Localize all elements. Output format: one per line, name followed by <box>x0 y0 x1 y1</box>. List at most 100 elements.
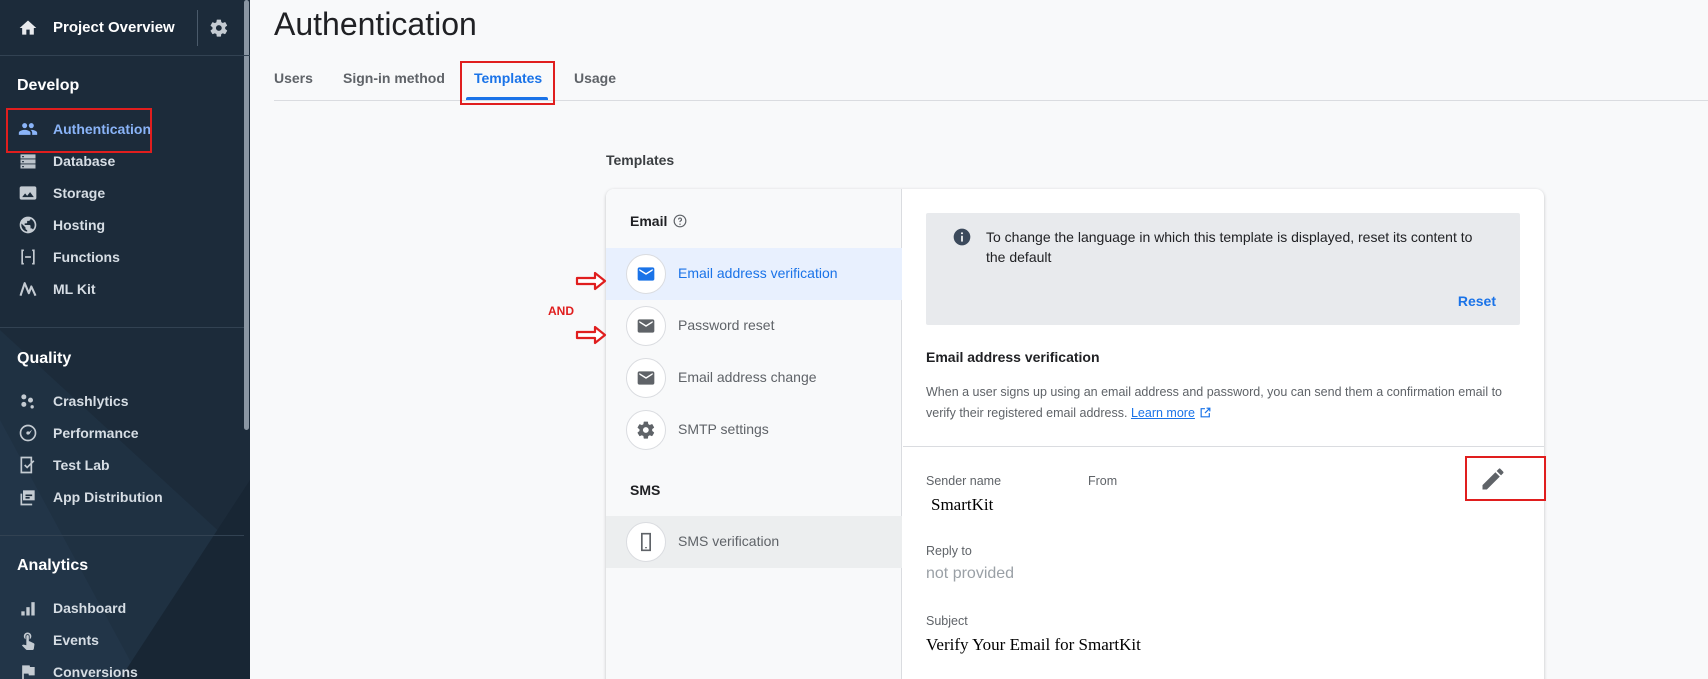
template-label: Email address change <box>678 369 817 385</box>
template-icon-circle <box>626 358 666 398</box>
reset-button[interactable]: Reset <box>1458 293 1496 309</box>
info-text: To change the language in which this tem… <box>986 229 1473 265</box>
template-icon-circle <box>626 306 666 346</box>
detail-divider <box>903 446 1544 447</box>
tab-sign-in-method[interactable]: Sign-in method <box>343 70 445 86</box>
sidebar-item-label: App Distribution <box>53 489 163 505</box>
sidebar-item-app-distribution[interactable]: App Distribution <box>0 481 244 513</box>
learn-more-link[interactable]: Learn more <box>1131 406 1195 420</box>
bar-chart-icon <box>21 602 35 616</box>
arrow-right-icon <box>575 271 607 291</box>
template-icon-circle <box>626 254 666 294</box>
description-text: When a user signs up using an email addr… <box>926 385 1503 420</box>
template-sms-verification[interactable]: SMS verification <box>606 516 902 568</box>
sidebar-item-label: Database <box>53 153 116 169</box>
tab-usage[interactable]: Usage <box>574 70 616 86</box>
template-label: Password reset <box>678 317 775 333</box>
speedometer-icon <box>19 424 37 442</box>
sender-name-value: SmartKit <box>931 495 994 514</box>
functions-icon <box>21 249 35 265</box>
templates-tab-highlight-box <box>460 61 555 105</box>
checklist-icon <box>20 456 35 474</box>
sidebar-item-label: Conversions <box>53 664 138 679</box>
email-group-label: Email <box>630 213 668 229</box>
home-icon[interactable] <box>18 18 38 38</box>
template-list: Email Email address verification Passwor… <box>606 189 902 679</box>
sidebar-item-label: ML Kit <box>53 281 96 297</box>
template-email-address-change[interactable]: Email address change <box>606 352 902 404</box>
template-detail: To change the language in which this tem… <box>903 189 1544 679</box>
sidebar-header: Project Overview <box>0 0 250 56</box>
sidebar-item-dashboard[interactable]: Dashboard <box>0 592 244 624</box>
sidebar-item-functions[interactable]: Functions <box>0 241 244 273</box>
sidebar-item-label: Dashboard <box>53 600 127 616</box>
ml-kit-icon <box>19 282 37 297</box>
settings-gear-icon[interactable] <box>209 18 229 38</box>
sidebar-item-performance[interactable]: Performance <box>0 417 244 449</box>
template-description: When a user signs up using an email addr… <box>926 382 1516 424</box>
sidebar-item-label: Test Lab <box>53 457 110 473</box>
image-icon <box>19 186 37 200</box>
template-icon-circle <box>626 522 666 562</box>
template-label: SMS verification <box>678 533 780 549</box>
template-heading: Email address verification <box>926 349 1100 365</box>
section-develop: Develop <box>17 77 80 94</box>
external-link-icon[interactable] <box>1199 406 1212 419</box>
sidebar-item-test-lab[interactable]: Test Lab <box>0 449 244 481</box>
gear-icon <box>637 421 655 439</box>
subject-label: Subject <box>926 614 968 628</box>
project-overview-link[interactable]: Project Overview <box>53 19 175 36</box>
sidebar-divider <box>0 327 244 328</box>
sidebar-item-label: Functions <box>53 249 120 265</box>
and-annotation: AND <box>548 304 574 318</box>
globe-icon <box>19 216 37 234</box>
crashlytics-icon <box>21 394 34 409</box>
sidebar-scrollbar[interactable] <box>244 0 249 430</box>
template-icon-circle <box>626 410 666 450</box>
templates-card: Email Email address verification Passwor… <box>606 189 1544 679</box>
sidebar-item-conversions[interactable]: Conversions <box>0 656 244 679</box>
sms-group-label: SMS <box>630 482 661 498</box>
sidebar-background-pattern <box>0 330 250 679</box>
language-info-banner: To change the language in which this tem… <box>926 213 1520 325</box>
sidebar: Project Overview Develop Authentication … <box>0 0 250 679</box>
sidebar-item-label: Events <box>53 632 99 648</box>
mail-icon <box>637 371 655 385</box>
sidebar-item-ml-kit[interactable]: ML Kit <box>0 273 244 305</box>
page-title: Authentication <box>274 6 477 42</box>
app-distribution-icon <box>20 490 35 506</box>
header-divider <box>197 10 198 46</box>
tab-users[interactable]: Users <box>274 70 313 86</box>
sidebar-item-label: Hosting <box>53 217 106 233</box>
sidebar-item-hosting[interactable]: Hosting <box>0 209 244 241</box>
section-analytics: Analytics <box>17 557 89 574</box>
sidebar-item-events[interactable]: Events <box>0 624 244 656</box>
section-quality: Quality <box>17 350 72 367</box>
authentication-highlight-box <box>6 108 152 153</box>
flag-icon <box>22 665 35 679</box>
reply-to-label: Reply to <box>926 544 972 558</box>
help-icon[interactable] <box>673 214 687 228</box>
template-label: SMTP settings <box>678 421 769 437</box>
subject-value: Verify Your Email for SmartKit <box>926 635 1141 654</box>
sidebar-item-label: Storage <box>53 185 106 201</box>
sidebar-divider <box>0 535 244 536</box>
sidebar-item-label: Crashlytics <box>53 393 129 409</box>
from-label: From <box>1088 474 1118 488</box>
template-smtp-settings[interactable]: SMTP settings <box>606 404 902 456</box>
mail-icon <box>637 319 655 333</box>
edit-button-highlight-box <box>1465 456 1546 501</box>
sender-name-label: Sender name <box>926 474 1002 488</box>
sidebar-item-crashlytics[interactable]: Crashlytics <box>0 385 244 417</box>
info-icon <box>953 228 971 246</box>
template-email-address-verification[interactable]: Email address verification <box>606 248 902 300</box>
mail-icon <box>637 267 655 281</box>
template-password-reset[interactable]: Password reset <box>606 300 902 352</box>
templates-section-label: Templates <box>606 152 675 168</box>
arrow-right-icon <box>575 325 607 345</box>
phone-icon <box>641 532 651 552</box>
sidebar-item-storage[interactable]: Storage <box>0 177 244 209</box>
template-label: Email address verification <box>678 265 838 281</box>
reply-to-value: not provided <box>926 565 1015 582</box>
touch-icon <box>21 632 35 650</box>
